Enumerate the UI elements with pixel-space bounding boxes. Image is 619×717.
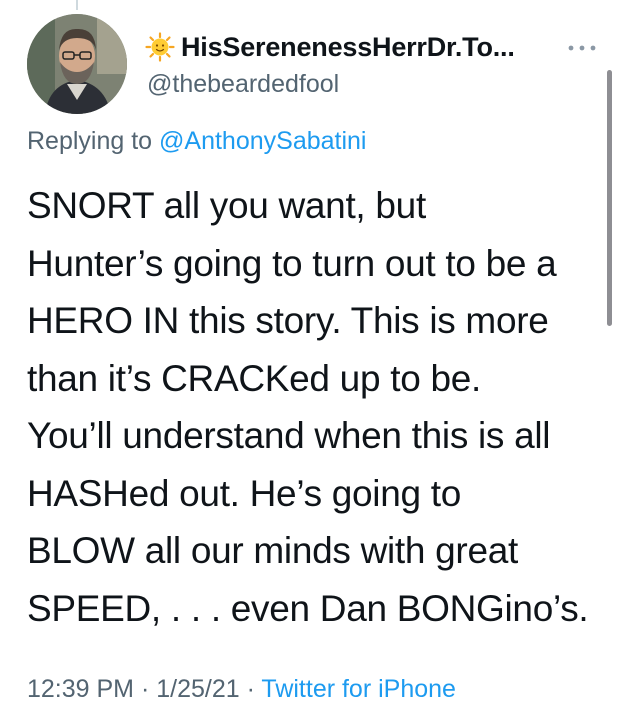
tweet-text: SNORT all you want, but Hunter’s going t… bbox=[27, 177, 605, 637]
tweet-text-line: SNORT all you want, but bbox=[27, 185, 426, 226]
meta-separator: · bbox=[134, 675, 157, 703]
tweet-source-link[interactable]: Twitter for iPhone bbox=[261, 675, 456, 703]
tweet-text-line: BLOW all our minds with great bbox=[27, 530, 518, 571]
replying-to-line: Replying to @AnthonySabatini bbox=[27, 127, 367, 156]
replying-to-label: Replying to bbox=[27, 127, 160, 155]
meta-separator: · bbox=[239, 675, 262, 703]
author-display-name[interactable]: HisSerenenessHerrDr.To... bbox=[181, 32, 515, 63]
tweet-date[interactable]: 1/25/21 bbox=[156, 675, 239, 703]
author-handle[interactable]: @thebeardedfool bbox=[147, 70, 339, 99]
tweet-text-line: SPEED, . . . even Dan BONGino’s. bbox=[27, 587, 589, 629]
reply-target-link[interactable]: @AnthonySabatini bbox=[159, 127, 366, 155]
tweet-text-line: than it’s CRACKed up to be. bbox=[27, 357, 481, 399]
author-name-row[interactable]: HisSerenenessHerrDr.To... bbox=[145, 30, 515, 64]
tweet-metadata: 12:39 PM · 1/25/21 · Twitter for iPhone bbox=[27, 675, 456, 704]
tweet-text-line: HERO IN this story. This is more bbox=[27, 300, 549, 341]
more-options-icon[interactable] bbox=[567, 44, 597, 52]
tweet-text-line: Hunter’s going to turn out to be a bbox=[27, 242, 557, 284]
thread-connector-line bbox=[76, 0, 78, 10]
avatar-image bbox=[27, 14, 127, 114]
scrollbar[interactable] bbox=[607, 70, 612, 326]
tweet-time[interactable]: 12:39 PM bbox=[27, 675, 134, 703]
sun-with-face-icon bbox=[145, 32, 175, 62]
avatar[interactable] bbox=[27, 14, 127, 114]
tweet-text-line: HASHed out. He’s going to bbox=[27, 472, 462, 514]
tweet-text-line: You’ll understand when this is all bbox=[27, 415, 551, 456]
